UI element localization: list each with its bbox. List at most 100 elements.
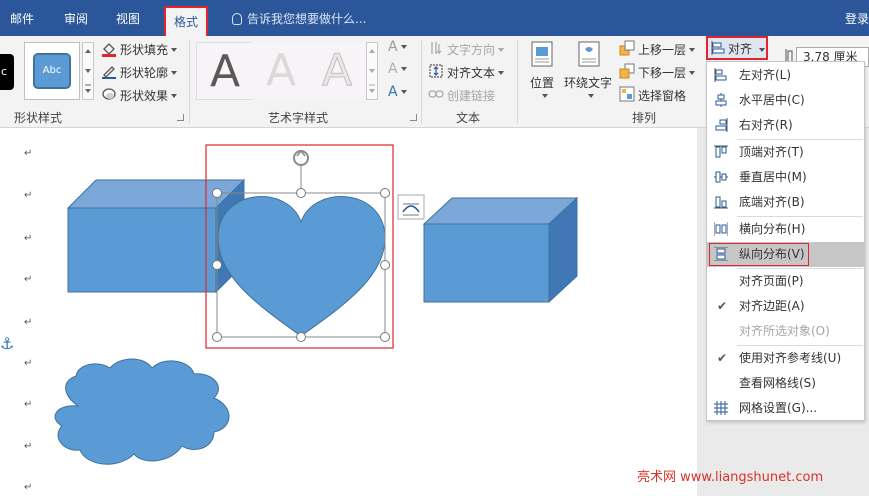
menu-item-label: 垂直居中(M) bbox=[739, 170, 807, 184]
bring-forward-icon bbox=[619, 40, 635, 56]
menu-item-align-bottom[interactable]: 底端对齐(B) bbox=[707, 190, 864, 215]
menu-item-align-middle[interactable]: 垂直居中(M) bbox=[707, 165, 864, 190]
align-center-icon bbox=[715, 93, 727, 107]
menu-item-align-to-page[interactable]: 对齐页面(P) bbox=[707, 269, 864, 294]
align-button[interactable]: 对齐 bbox=[706, 36, 768, 60]
send-backward-button[interactable]: 下移一层 bbox=[638, 64, 696, 81]
text-effects-button[interactable]: A bbox=[388, 84, 407, 100]
wordart-dialog-launcher[interactable] bbox=[410, 114, 417, 121]
text-direction-icon bbox=[431, 42, 442, 55]
menu-item-align-center[interactable]: 水平居中(C) bbox=[707, 88, 864, 113]
bring-forward-button[interactable]: 上移一层 bbox=[638, 41, 696, 58]
menu-item-view-gridlines[interactable]: 查看网格线(S) bbox=[707, 371, 864, 396]
shape-style-preset-selected[interactable]: Abc bbox=[24, 42, 80, 100]
tell-me-box[interactable]: 告诉我您想要做什么... bbox=[232, 0, 366, 36]
group-separator bbox=[421, 40, 422, 124]
menu-item-grid-settings[interactable]: 网格设置(G)... bbox=[707, 396, 864, 421]
text-direction-label: 文字方向 bbox=[447, 43, 496, 57]
rotate-handle-icon[interactable] bbox=[293, 149, 309, 166]
paint-bucket-icon bbox=[102, 43, 116, 57]
text-outline-button[interactable]: A bbox=[388, 61, 407, 77]
tab-view[interactable]: 视图 bbox=[108, 0, 148, 36]
document-page: ↵ ↵ ↵ ↵ ↵ ↵ ↵ ↵ ↵ ⚓ bbox=[0, 128, 697, 496]
tab-mailings[interactable]: 邮件 bbox=[2, 0, 42, 36]
align-text-label: 对齐文本 bbox=[447, 66, 496, 80]
menu-item-align-to-margin[interactable]: ✔ 对齐边距(A) bbox=[707, 294, 864, 319]
group-separator bbox=[517, 40, 518, 124]
distribute-horizontal-icon bbox=[714, 222, 728, 236]
group-label-arrange: 排列 bbox=[632, 111, 657, 125]
shape-style-gallery-scroll[interactable] bbox=[82, 42, 94, 100]
send-backward-label: 下移一层 bbox=[638, 66, 687, 80]
gallery-scroll-arrows-icon bbox=[85, 49, 91, 93]
text-outline-icon: A bbox=[388, 61, 398, 77]
lightbulb-icon bbox=[232, 13, 242, 25]
menu-item-distribute-vertical[interactable]: 纵向分布(V) bbox=[707, 242, 864, 267]
pen-outline-icon bbox=[102, 66, 116, 79]
menu-item-distribute-horizontal[interactable]: 横向分布(H) bbox=[707, 217, 864, 242]
tab-review[interactable]: 审阅 bbox=[56, 0, 96, 36]
wrap-text-button[interactable]: 环绕文字 bbox=[564, 74, 612, 91]
wrap-text-icon bbox=[578, 41, 600, 67]
group-label-wordart-styles: 艺术字样式 bbox=[268, 111, 329, 125]
selection-pane-button[interactable]: 选择窗格 bbox=[638, 87, 686, 104]
shape-style-sample-text: c bbox=[1, 65, 8, 78]
cube-shape-right[interactable] bbox=[422, 196, 579, 304]
create-link-button[interactable]: 创建链接 bbox=[447, 87, 495, 104]
align-right-icon bbox=[715, 118, 728, 132]
shape-style-preset-dark[interactable]: c bbox=[0, 54, 14, 90]
align-dropdown-menu: 左对齐(L) 水平居中(C) 右对齐(R) 顶端对齐(T) 垂直居中(M) 底端… bbox=[706, 61, 865, 421]
text-direction-button[interactable]: 文字方向 bbox=[447, 41, 505, 58]
shape-style-sample: Abc bbox=[33, 53, 71, 89]
wordart-style-1[interactable]: A bbox=[196, 42, 254, 100]
shape-effects-icon bbox=[102, 88, 116, 100]
shape-outline-button[interactable]: 形状轮廓 bbox=[120, 64, 178, 81]
heart-shape[interactable] bbox=[217, 196, 386, 337]
align-dropdown-caret bbox=[759, 48, 765, 52]
wordart-style-3[interactable]: A bbox=[308, 42, 366, 100]
menu-item-label: 对齐页面(P) bbox=[739, 274, 804, 288]
menu-item-align-top[interactable]: 顶端对齐(T) bbox=[707, 140, 864, 165]
distribute-vertical-icon bbox=[714, 247, 728, 261]
selection-pane-icon bbox=[619, 86, 635, 102]
tab-format[interactable]: 格式 bbox=[164, 6, 208, 36]
menu-item-label: 查看网格线(S) bbox=[739, 376, 816, 390]
login-link[interactable]: 登录 bbox=[845, 0, 869, 36]
shape-outline-label: 形状轮廓 bbox=[120, 66, 169, 80]
shape-effects-label: 形状效果 bbox=[120, 89, 169, 103]
menu-item-align-left[interactable]: 左对齐(L) bbox=[707, 63, 864, 88]
wordart-gallery-scroll[interactable] bbox=[366, 42, 378, 100]
send-backward-icon bbox=[619, 63, 635, 79]
watermark-text: 亮术网 www.liangshunet.com bbox=[637, 470, 824, 485]
position-button[interactable]: 位置 bbox=[530, 74, 554, 91]
align-left-icon bbox=[714, 68, 727, 82]
text-effects-icon: A bbox=[388, 84, 398, 100]
align-button-label: 对齐 bbox=[728, 42, 753, 56]
text-fill-button[interactable]: A bbox=[388, 39, 407, 55]
cloud-shape[interactable] bbox=[54, 358, 230, 465]
menu-item-label: 使用对齐参考线(U) bbox=[739, 351, 842, 365]
position-dropdown-caret[interactable] bbox=[542, 94, 548, 98]
menu-item-label: 水平居中(C) bbox=[739, 93, 805, 107]
text-fill-icon: A bbox=[388, 39, 398, 55]
shape-fill-label: 形状填充 bbox=[120, 43, 169, 57]
align-text-button[interactable]: 对齐文本 bbox=[447, 64, 505, 81]
menu-item-label: 顶端对齐(T) bbox=[739, 145, 804, 159]
menu-item-use-alignment-guides[interactable]: ✔ 使用对齐参考线(U) bbox=[707, 346, 864, 371]
menu-item-align-right[interactable]: 右对齐(R) bbox=[707, 113, 864, 138]
ribbon-tab-bar: 邮件 审阅 视图 格式 告诉我您想要做什么... 登录 bbox=[0, 0, 869, 36]
menu-item-label: 底端对齐(B) bbox=[739, 195, 805, 209]
bring-forward-label: 上移一层 bbox=[638, 43, 687, 57]
checkmark-icon: ✔ bbox=[717, 351, 728, 365]
shape-styles-dialog-launcher[interactable] bbox=[177, 114, 184, 121]
layout-options-icon[interactable] bbox=[397, 194, 425, 220]
checkmark-icon: ✔ bbox=[717, 299, 728, 313]
wordart-style-2[interactable]: A bbox=[252, 42, 310, 100]
align-middle-icon bbox=[714, 171, 728, 183]
wrap-text-dropdown-caret[interactable] bbox=[588, 94, 594, 98]
gallery-scroll-arrows-icon bbox=[369, 49, 375, 93]
shape-fill-button[interactable]: 形状填充 bbox=[120, 41, 178, 58]
shape-effects-button[interactable]: 形状效果 bbox=[120, 87, 178, 104]
menu-item-label: 网格设置(G)... bbox=[739, 401, 818, 415]
grid-icon bbox=[714, 401, 728, 415]
